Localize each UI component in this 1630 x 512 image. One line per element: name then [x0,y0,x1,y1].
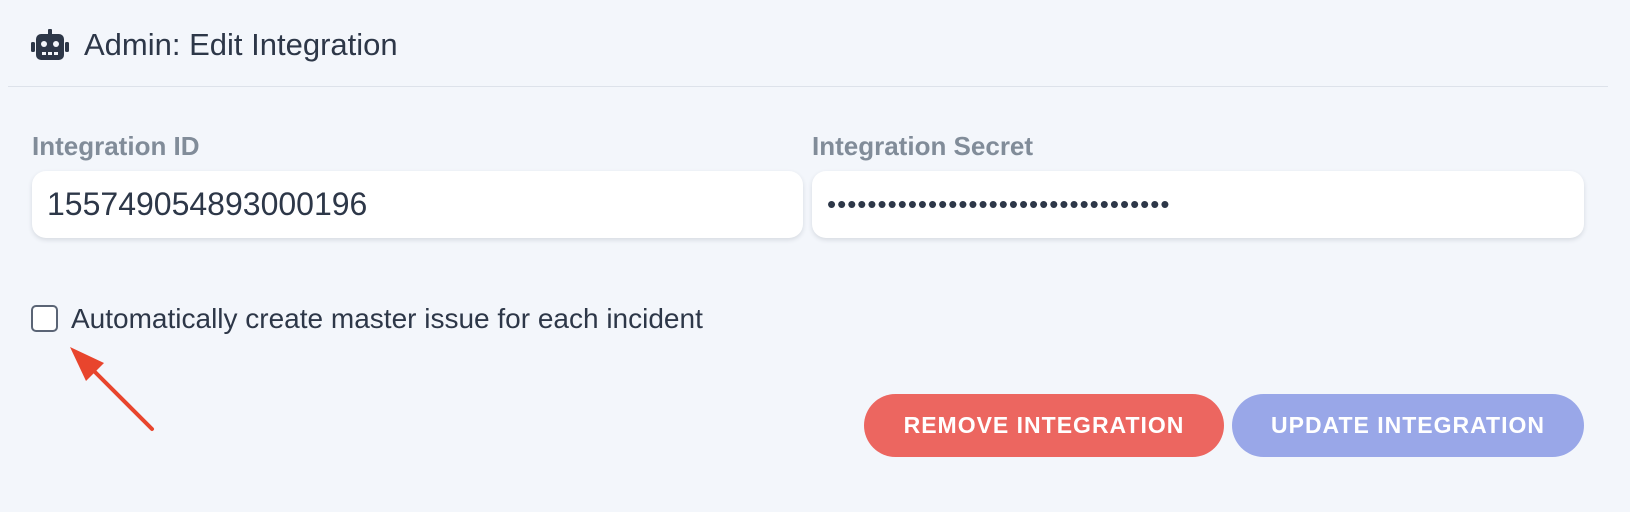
master-issue-checkbox[interactable] [31,305,58,332]
integration-id-input[interactable] [32,171,803,238]
page-title: Admin: Edit Integration [84,27,398,62]
arrow-icon [60,340,170,440]
robot-icon [31,29,69,61]
master-issue-checkbox-label[interactable]: Automatically create master issue for ea… [71,302,703,336]
page-header: Admin: Edit Integration [8,0,1608,87]
integration-secret-label: Integration Secret [812,131,1034,161]
integration-secret-input[interactable] [812,171,1584,238]
remove-integration-button[interactable]: REMOVE INTEGRATION [864,394,1224,457]
update-integration-button[interactable]: UPDATE INTEGRATION [1232,394,1584,457]
integration-id-label: Integration ID [32,131,200,161]
edit-integration-page: Admin: Edit Integration Integration ID I… [0,0,1630,512]
